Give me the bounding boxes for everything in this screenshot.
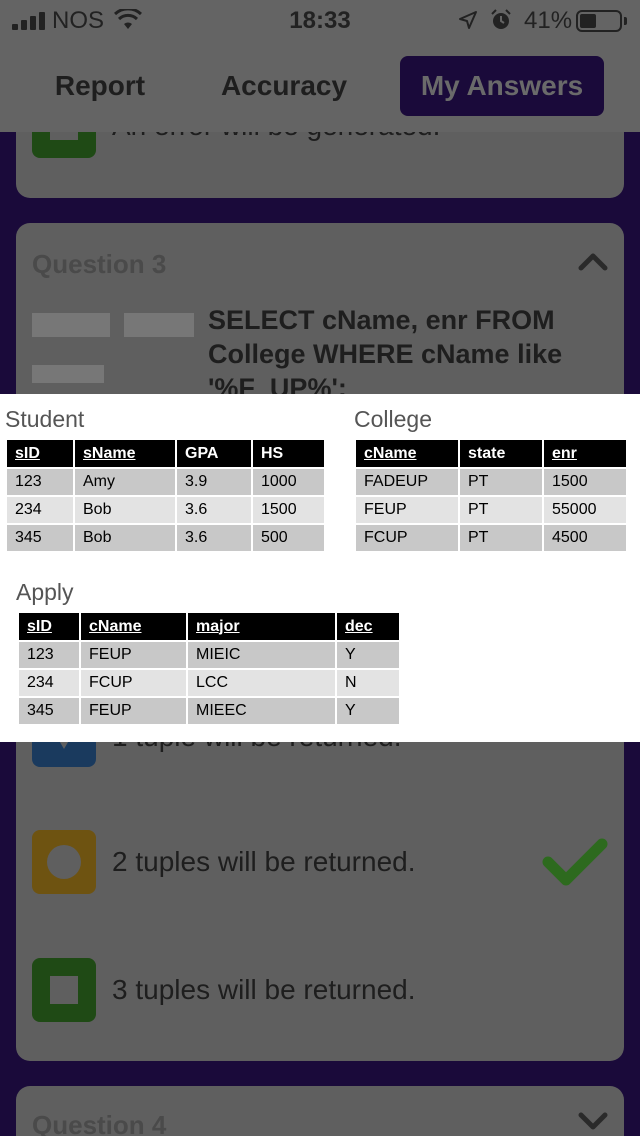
table-cell: N bbox=[335, 668, 401, 698]
question-text: SELECT cName, enr FROM College WHERE cNa… bbox=[208, 305, 563, 403]
table-cell: FADEUP bbox=[354, 467, 460, 497]
tab-accuracy[interactable]: Accuracy bbox=[200, 56, 368, 116]
table-cell: Bob bbox=[73, 495, 177, 525]
table-cell: PT bbox=[458, 467, 544, 497]
table-cell: LCC bbox=[186, 668, 337, 698]
apply-table: sID cName major dec 123 FEUP MIEIC Y 234… bbox=[17, 611, 401, 726]
table-row: 345 Bob 3.6 500 bbox=[5, 523, 326, 553]
student-table-caption: Student bbox=[5, 406, 85, 432]
table-header: cName bbox=[79, 611, 188, 642]
location-arrow-icon bbox=[459, 11, 477, 29]
table-cell: MIEEC bbox=[186, 696, 337, 726]
table-cell: Y bbox=[335, 696, 401, 726]
apply-table-caption: Apply bbox=[16, 579, 74, 605]
table-row: 234 FCUP LCC N bbox=[17, 668, 401, 698]
battery-nub bbox=[624, 17, 627, 25]
table-cell: 3.9 bbox=[175, 467, 253, 497]
table-cell: 234 bbox=[5, 495, 75, 525]
tables-image-overlay: Student sID sName GPA HS 123 Amy 3.9 100… bbox=[0, 394, 640, 742]
college-table: cName state enr FADEUP PT 1500 FEUP PT 5… bbox=[354, 438, 628, 553]
table-row: FCUP PT 4500 bbox=[354, 523, 628, 553]
tab-bar: Report Accuracy My Answers bbox=[0, 42, 640, 132]
table-row: 123 Amy 3.9 1000 bbox=[5, 467, 326, 497]
answer-option-text: 3 tuples will be returned. bbox=[112, 974, 416, 1005]
answer-option-text: An error will be generated. bbox=[112, 132, 440, 142]
battery-level bbox=[580, 14, 596, 28]
table-cell: 55000 bbox=[542, 495, 628, 525]
table-cell: FEUP bbox=[79, 696, 188, 726]
table-cell: 4500 bbox=[542, 523, 628, 553]
table-cell: FEUP bbox=[354, 495, 460, 525]
table-cell: FEUP bbox=[79, 640, 188, 670]
table-header: sName bbox=[73, 438, 177, 469]
table-header: state bbox=[458, 438, 544, 469]
table-cell: 234 bbox=[17, 668, 81, 698]
table-cell: 1000 bbox=[251, 467, 326, 497]
table-cell: FCUP bbox=[79, 668, 188, 698]
table-row: 234 Bob 3.6 1500 bbox=[5, 495, 326, 525]
table-row: FADEUP PT 1500 bbox=[354, 467, 628, 497]
table-cell: 1500 bbox=[251, 495, 326, 525]
table-header: enr bbox=[542, 438, 628, 469]
tab-my-answers[interactable]: My Answers bbox=[400, 56, 604, 116]
table-cell: 123 bbox=[5, 467, 75, 497]
circle-answer-icon bbox=[32, 830, 96, 894]
table-cell: MIEIC bbox=[186, 640, 337, 670]
table-header: sID bbox=[5, 438, 75, 469]
table-row: 123 FEUP MIEIC Y bbox=[17, 640, 401, 670]
table-cell: Y bbox=[335, 640, 401, 670]
table-header: dec bbox=[335, 611, 401, 642]
table-cell: 345 bbox=[5, 523, 75, 553]
previous-question-card: An error will be generated. bbox=[16, 132, 624, 198]
table-row: FEUP PT 55000 bbox=[354, 495, 628, 525]
tab-report[interactable]: Report bbox=[30, 56, 170, 116]
table-cell: 500 bbox=[251, 523, 326, 553]
table-header: sID bbox=[17, 611, 81, 642]
table-cell: PT bbox=[458, 495, 544, 525]
chevron-up-icon[interactable] bbox=[578, 251, 608, 271]
alarm-icon bbox=[491, 9, 511, 29]
battery-percent: 41% bbox=[524, 7, 573, 34]
table-cell: Bob bbox=[73, 523, 177, 553]
chevron-down-icon[interactable] bbox=[578, 1112, 608, 1132]
table-row: 345 FEUP MIEEC Y bbox=[17, 696, 401, 726]
table-cell: 3.6 bbox=[175, 523, 253, 553]
square-answer-icon bbox=[32, 132, 96, 158]
question-4-card[interactable]: Question 4 bbox=[16, 1086, 624, 1136]
question-title: Question 3 bbox=[32, 249, 167, 279]
table-cell: 1500 bbox=[542, 467, 628, 497]
table-cell: PT bbox=[458, 523, 544, 553]
table-cell: FCUP bbox=[354, 523, 460, 553]
status-bar: NOS 18:33 41% bbox=[0, 0, 640, 42]
question-title: Question 4 bbox=[32, 1110, 167, 1136]
correct-check-icon bbox=[542, 838, 608, 886]
answer-option-text: 2 tuples will be returned. bbox=[112, 846, 416, 877]
table-header: GPA bbox=[175, 438, 253, 469]
table-header: HS bbox=[251, 438, 326, 469]
table-cell: 345 bbox=[17, 696, 81, 726]
square-answer-icon bbox=[32, 958, 96, 1022]
table-header: cName bbox=[354, 438, 460, 469]
table-cell: Amy bbox=[73, 467, 177, 497]
battery-icon bbox=[576, 10, 622, 32]
college-table-caption: College bbox=[354, 406, 432, 432]
table-cell: 123 bbox=[17, 640, 81, 670]
table-cell: 3.6 bbox=[175, 495, 253, 525]
tables-thumbnail[interactable] bbox=[32, 303, 197, 403]
student-table: sID sName GPA HS 123 Amy 3.9 1000 234 Bo… bbox=[5, 438, 326, 553]
table-header: major bbox=[186, 611, 337, 642]
